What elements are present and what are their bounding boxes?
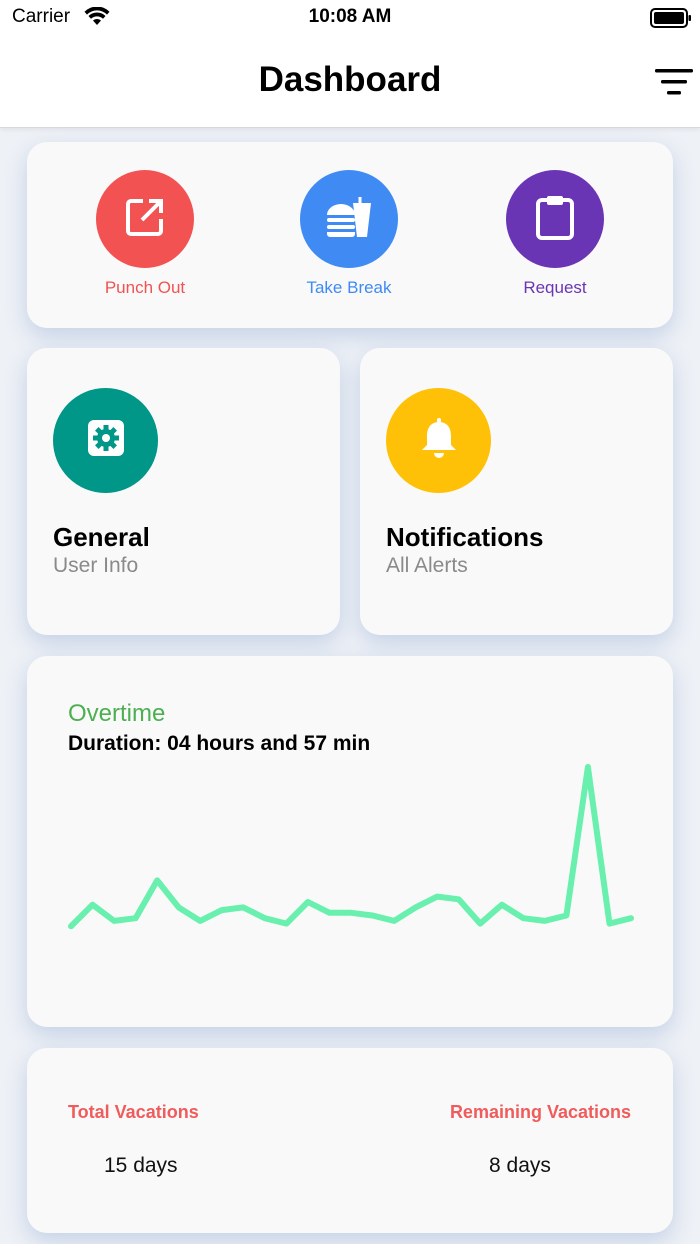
notifications-circle (386, 388, 491, 493)
notifications-title: Notifications (386, 522, 544, 552)
status-time: 10:08 AM (308, 6, 392, 27)
clipboard-icon (535, 194, 575, 245)
general-tile[interactable]: General User Info (27, 348, 340, 635)
punch-out-label: Punch Out (104, 278, 186, 297)
request-button[interactable]: Request (485, 170, 625, 298)
overtime-title: Overtime (68, 700, 166, 727)
food-drink-icon (324, 195, 374, 244)
punch-out-button[interactable]: Punch Out (75, 170, 215, 298)
general-title: General (53, 522, 150, 552)
overtime-duration: Duration: 04 hours and 57 min (68, 732, 371, 755)
page-title: Dashboard (258, 60, 442, 99)
request-circle (506, 170, 604, 268)
take-break-label: Take Break (306, 278, 392, 297)
take-break-circle (300, 170, 398, 268)
total-vacations-label: Total Vacations (68, 1102, 199, 1122)
quick-actions-card: Punch Out Take Break Request (27, 142, 673, 328)
gear-icon (86, 418, 126, 463)
bell-icon (420, 418, 458, 463)
battery-icon (650, 8, 692, 33)
request-label: Request (523, 278, 587, 297)
overtime-series-line (68, 764, 634, 930)
total-vacations-value: 15 days (104, 1154, 178, 1177)
notifications-tile[interactable]: Notifications All Alerts (360, 348, 673, 635)
overtime-card: Overtime Duration: 04 hours and 57 min (27, 656, 673, 1027)
remaining-vacations-value: 8 days (489, 1154, 551, 1177)
remaining-vacations-label: Remaining Vacations (449, 1102, 631, 1122)
notifications-subtitle: All Alerts (386, 554, 468, 577)
edit-external-icon (125, 197, 165, 242)
status-bar: Carrier 10:08 AM (0, 0, 700, 40)
take-break-button[interactable]: Take Break (279, 170, 419, 298)
navigation-bar: Dashboard (0, 40, 700, 128)
filter-icon[interactable] (655, 68, 693, 96)
punch-out-circle (96, 170, 194, 268)
general-subtitle: User Info (53, 554, 139, 577)
vacations-card: Total Vacations 15 days Remaining Vacati… (27, 1048, 673, 1233)
general-circle (53, 388, 158, 493)
